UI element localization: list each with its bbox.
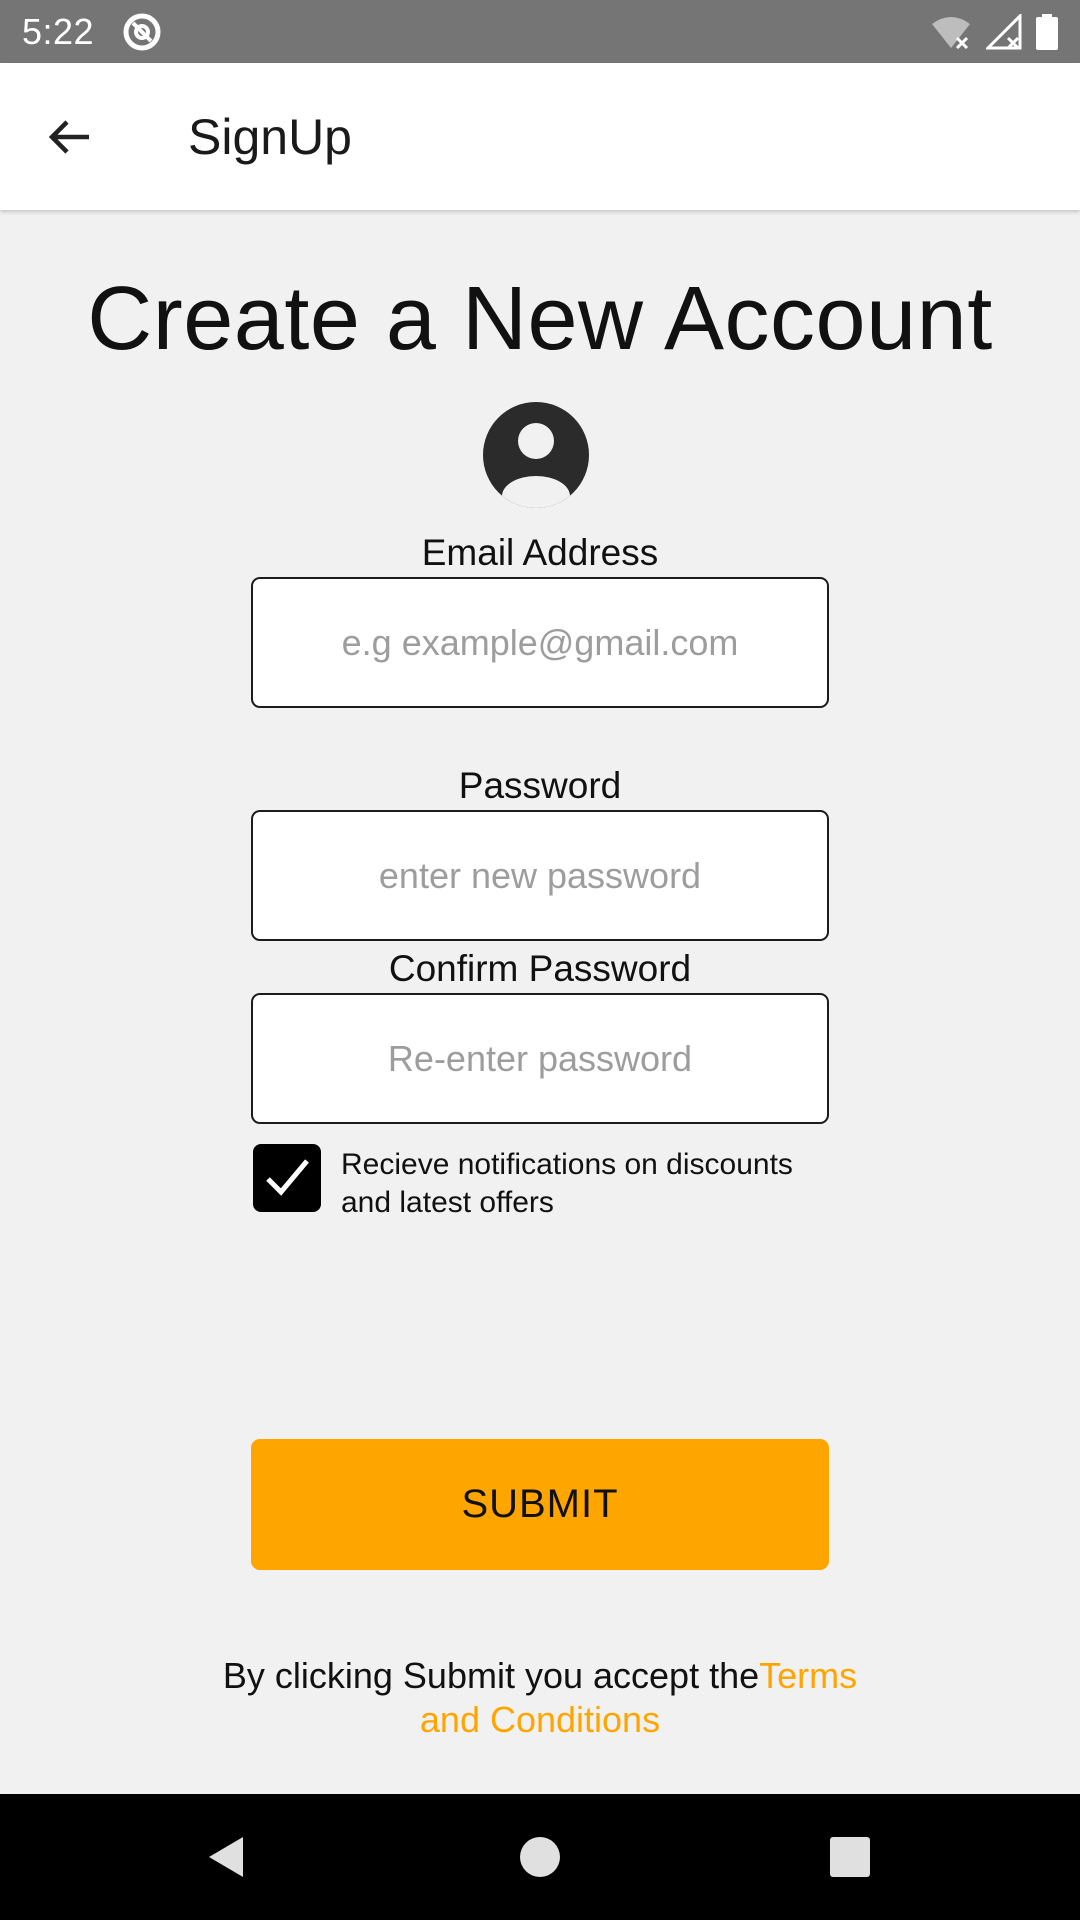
nav-home-button[interactable]	[505, 1822, 575, 1892]
submit-button[interactable]: SUBMIT	[251, 1439, 829, 1570]
confirm-password-field[interactable]	[251, 993, 829, 1124]
home-circle-icon	[520, 1837, 560, 1877]
nav-back-button[interactable]	[190, 1822, 260, 1892]
status-icons	[930, 13, 1058, 50]
app-title: SignUp	[188, 108, 352, 165]
system-nav-bar	[0, 1794, 1080, 1920]
password-field[interactable]	[251, 810, 829, 941]
signup-screen: 5:22 SignUp Create a New Account Email A…	[0, 0, 1080, 1920]
status-time: 5:22	[22, 10, 95, 52]
signal-off-icon	[986, 13, 1022, 49]
email-label: Email Address	[421, 532, 659, 573]
confirm-password-label: Confirm Password	[388, 948, 692, 989]
page-title: Create a New Account	[87, 269, 993, 369]
back-button[interactable]	[24, 92, 114, 182]
nav-recents-button[interactable]	[815, 1822, 885, 1892]
arrow-left-icon	[48, 119, 89, 154]
back-triangle-icon	[209, 1837, 243, 1877]
notifications-checkbox-label: Recieve notifications on discounts and l…	[341, 1148, 793, 1219]
wifi-off-icon	[932, 16, 970, 49]
recents-square-icon	[830, 1837, 870, 1877]
status-bar: 5:22	[0, 0, 1080, 63]
app-notification-icon	[123, 13, 161, 50]
terms-text: By clicking Submit you accept theTerms a…	[200, 1654, 880, 1742]
notifications-option: Recieve notifications on discounts and l…	[253, 1144, 853, 1222]
terms-prefix: By clicking Submit you accept the	[222, 1655, 760, 1696]
account-circle-icon	[483, 402, 589, 508]
password-label: Password	[458, 765, 622, 806]
notifications-checkbox[interactable]	[253, 1144, 321, 1212]
email-field[interactable]	[251, 577, 829, 708]
app-bar: SignUp	[0, 63, 1080, 210]
battery-icon	[1036, 13, 1058, 50]
check-icon	[266, 1159, 309, 1196]
